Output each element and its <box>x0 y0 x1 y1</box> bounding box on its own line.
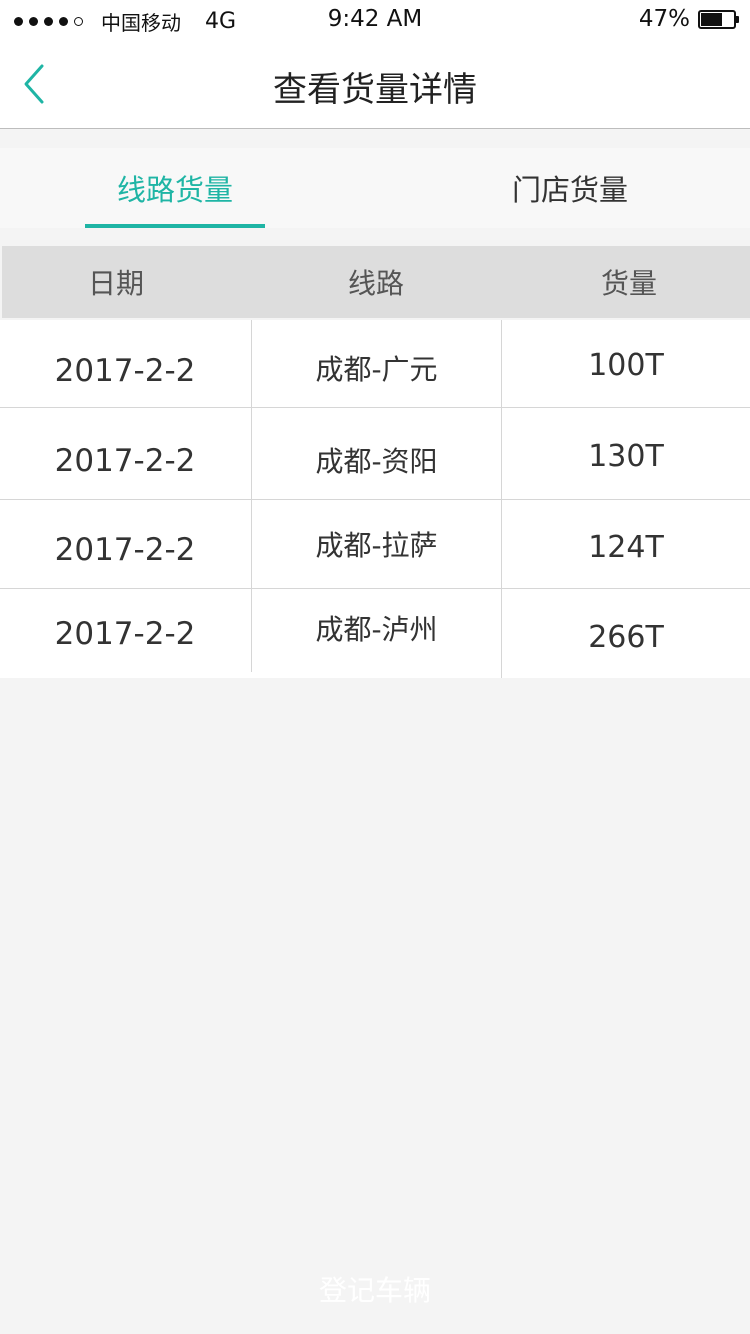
cell-date: 2017-2-2 <box>54 615 196 652</box>
cell-date: 2017-2-2 <box>54 532 196 568</box>
table-body: 2017-2-2 成都-广元 100T 2017-2-2 成都-资阳 130T … <box>0 320 750 678</box>
status-right: 47% <box>638 6 739 32</box>
tab-bar: 线路货量 门店货量 <box>0 148 750 228</box>
cell-date: 2017-2-2 <box>54 442 196 479</box>
status-bar: 中国移动 4G 9:42 AM 47% <box>0 0 750 40</box>
table-row[interactable]: 2017-2-2 成都-泸州 266T <box>0 583 750 678</box>
column-header-date: 日期 <box>87 267 144 300</box>
cell-volume: 124T <box>501 500 750 588</box>
register-vehicle-button[interactable]: 登记车辆 <box>0 1254 750 1324</box>
cell-volume: 100T <box>501 320 750 407</box>
cell-route: 成都-广元 <box>251 320 501 407</box>
table-header: 日期 线路 货量 <box>2 246 750 318</box>
page-title: 查看货量详情 <box>273 70 477 110</box>
cell-volume: 130T <box>501 408 750 499</box>
battery-tip <box>736 15 739 23</box>
table-row[interactable]: 2017-2-2 成都-拉萨 124T <box>0 500 750 589</box>
battery-fill <box>701 12 722 26</box>
column-header-route: 线路 <box>347 267 404 300</box>
table-row[interactable]: 2017-2-2 成都-资阳 130T <box>0 408 750 500</box>
tab-store-volume[interactable]: 门店货量 <box>480 148 660 228</box>
cell-route: 成都-拉萨 <box>251 500 501 588</box>
table-row[interactable]: 2017-2-2 成都-广元 100T <box>0 320 750 408</box>
cell-route: 成都-泸州 <box>251 583 501 672</box>
battery-icon <box>698 9 739 29</box>
battery-percent: 47% <box>638 6 690 32</box>
column-header-volume: 货量 <box>600 267 657 300</box>
cell-date: 2017-2-2 <box>54 352 196 389</box>
tab-route-volume[interactable]: 线路货量 <box>85 148 265 228</box>
cell-route: 成都-资阳 <box>251 408 501 499</box>
navigation-bar: 查看货量详情 <box>0 40 750 129</box>
cell-volume: 266T <box>501 589 750 678</box>
active-tab-indicator <box>85 224 265 228</box>
status-time: 9:42 AM <box>327 6 423 32</box>
